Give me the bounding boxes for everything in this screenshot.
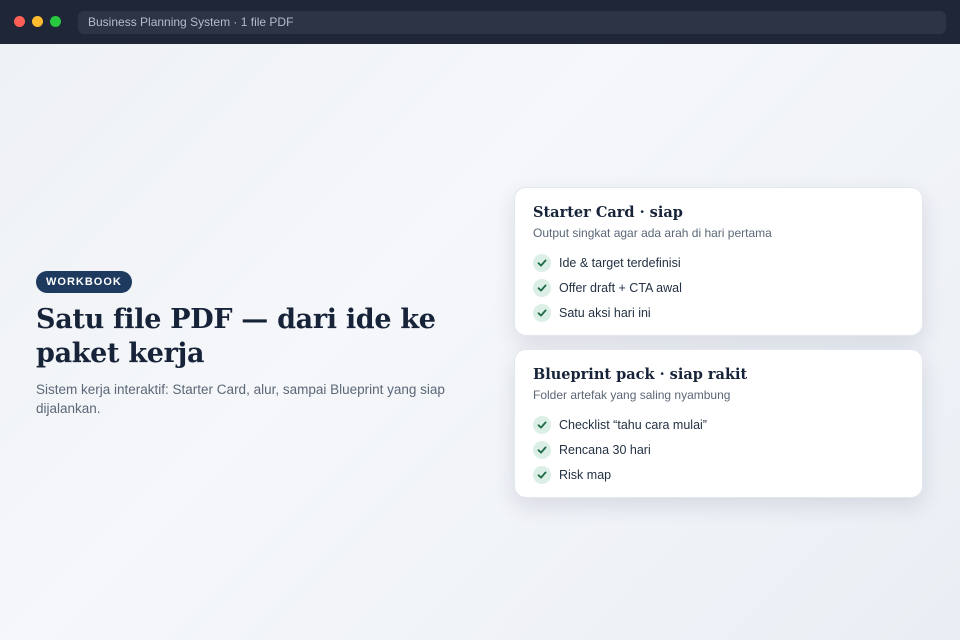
card-subtitle: Output singkat agar ada arah di hari per… <box>533 226 772 240</box>
checklist-item-label: Checklist “tahu cara mulai” <box>559 417 707 432</box>
check-icon <box>533 303 551 322</box>
page-viewport: WORKBOOK Satu file PDF — dari ide ke pak… <box>0 44 960 640</box>
minimize-window-button[interactable] <box>32 16 43 27</box>
check-icon <box>533 415 551 434</box>
card-title: Starter Card · siap <box>533 204 683 221</box>
workbook-badge: WORKBOOK <box>36 271 132 293</box>
close-window-button[interactable] <box>14 16 25 27</box>
starter-card: Starter Card · siap Output singkat agar … <box>514 187 923 336</box>
checklist-item-label: Risk map <box>559 467 612 482</box>
checklist-item-label: Satu aksi hari ini <box>559 305 651 320</box>
checklist-item: Risk map <box>533 462 904 487</box>
page-title: Satu file PDF — dari ide ke paket kerja <box>36 304 436 369</box>
window-titlebar: Business Planning System · 1 file PDF <box>0 0 960 44</box>
checklist-item: Rencana 30 hari <box>533 437 904 462</box>
hero-section: WORKBOOK Satu file PDF — dari ide ke pak… <box>36 271 476 418</box>
checklist-item: Offer draft + CTA awal <box>533 275 904 300</box>
address-bar[interactable]: Business Planning System · 1 file PDF <box>78 11 946 34</box>
checklist-item-label: Ide & target terdefinisi <box>559 255 681 270</box>
page-description: Sistem kerja interaktif: Starter Card, a… <box>36 382 445 416</box>
checklist-item: Ide & target terdefinisi <box>533 250 904 275</box>
card-checklist: Ide & target terdefinisi Offer draft + C… <box>533 250 904 325</box>
card-checklist: Checklist “tahu cara mulai” Rencana 30 h… <box>533 412 904 487</box>
card-subtitle: Folder artefak yang saling nyambung <box>533 388 731 402</box>
check-icon <box>533 278 551 297</box>
maximize-window-button[interactable] <box>50 16 61 27</box>
checklist-item: Satu aksi hari ini <box>533 300 904 325</box>
check-icon <box>533 465 551 484</box>
checklist-item-label: Offer draft + CTA awal <box>559 280 682 295</box>
check-icon <box>533 440 551 459</box>
blueprint-card: Blueprint pack · siap rakit Folder artef… <box>514 349 923 498</box>
checklist-item-label: Rencana 30 hari <box>559 442 651 457</box>
check-icon <box>533 253 551 272</box>
card-title: Blueprint pack · siap rakit <box>533 366 748 383</box>
checklist-item: Checklist “tahu cara mulai” <box>533 412 904 437</box>
